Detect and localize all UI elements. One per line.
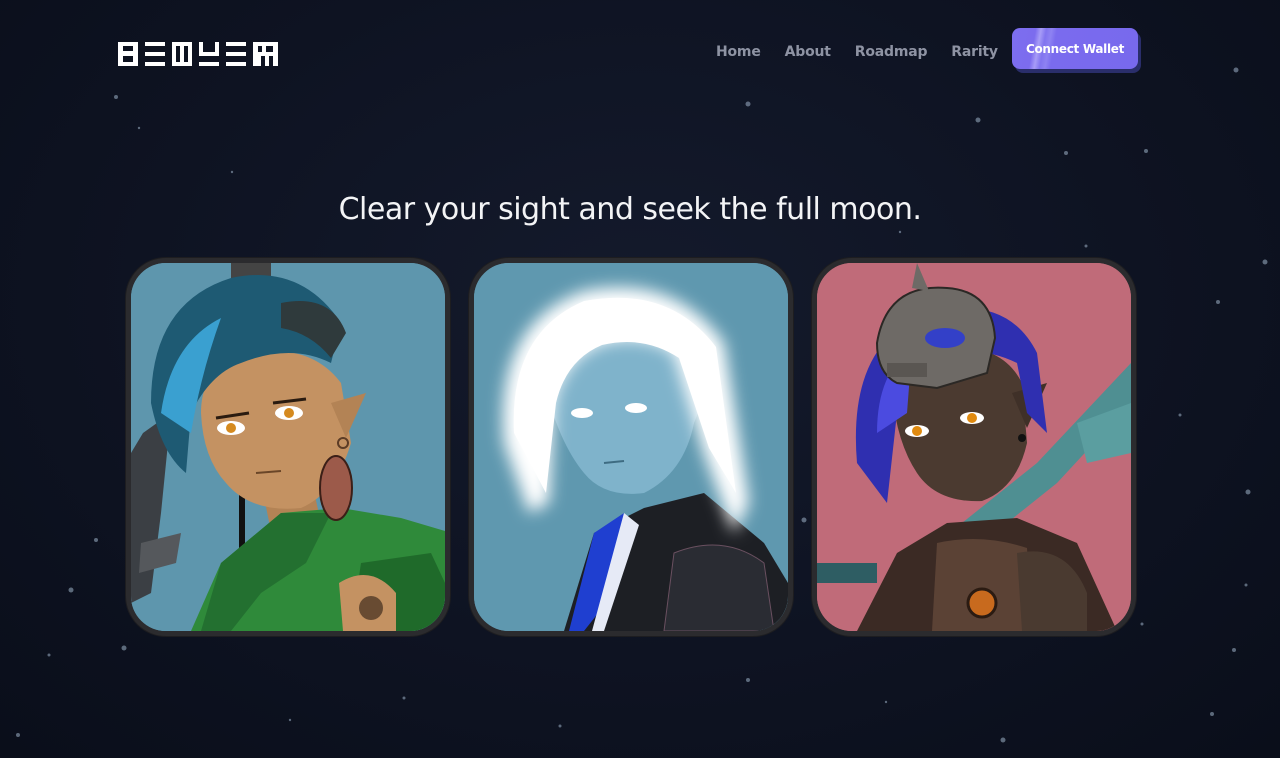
connect-wallet-button[interactable]: Connect Wallet: [1012, 28, 1138, 69]
main-nav: Home About Roadmap Rarity: [716, 44, 1022, 60]
hero-headline: Clear your sight and seek the full moon.: [338, 192, 922, 228]
nav-roadmap-link[interactable]: Roadmap: [855, 44, 928, 60]
glowing-white-hair-elf-portrait: [474, 263, 788, 631]
gallery-card-1[interactable]: [126, 258, 450, 636]
nav-rarity-link[interactable]: Rarity: [951, 44, 998, 60]
skull-mask-elf-portrait: [817, 263, 1131, 631]
nav-home-link[interactable]: Home: [716, 44, 761, 60]
gallery-card-3[interactable]: [812, 258, 1136, 636]
nav-about-link[interactable]: About: [785, 44, 831, 60]
green-hooded-elf-portrait: [131, 263, 445, 631]
gallery-card-2[interactable]: [469, 258, 793, 636]
pixel-logo-icon[interactable]: [118, 42, 280, 66]
